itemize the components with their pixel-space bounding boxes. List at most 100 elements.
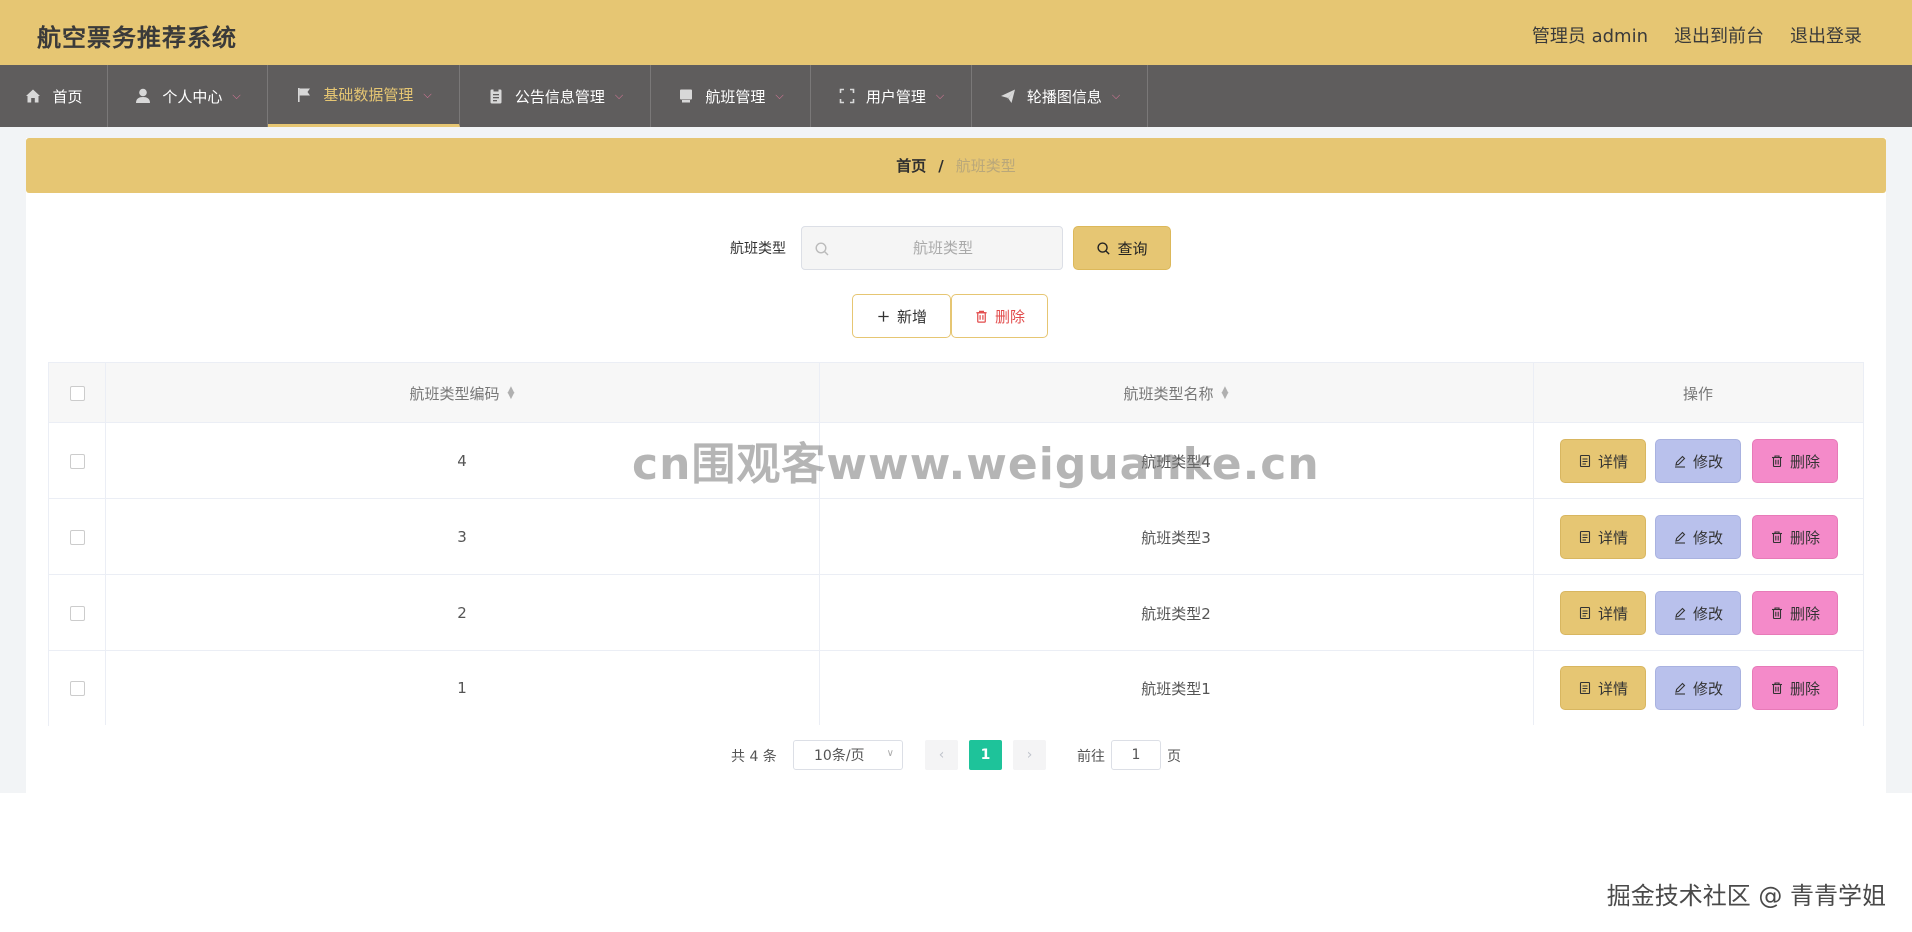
- delete-label: 删除: [1789, 679, 1820, 698]
- trash-icon: [1771, 682, 1782, 695]
- row-checkbox[interactable]: [69, 529, 85, 545]
- name-cell: 航班类型1: [1141, 679, 1211, 698]
- chevron-down-icon: ∨: [886, 748, 894, 759]
- add-button[interactable]: 新增: [852, 294, 951, 338]
- column-divider: [105, 363, 106, 725]
- breadcrumb-home[interactable]: 首页: [896, 155, 926, 176]
- table-row: 2 航班类型2 详情 修改 删除: [49, 575, 1863, 651]
- document-icon: [1579, 681, 1591, 695]
- search-label: 航班类型: [730, 241, 786, 257]
- main-nav: 首页 个人中心 ⌵ 基础数据管理 ⌵ 公告信息管理 ⌵ 航班管理 ⌵ 用户管理 …: [0, 65, 1912, 127]
- nav-item-notice[interactable]: 公告信息管理 ⌵: [460, 65, 651, 127]
- monitor-icon: [677, 87, 695, 105]
- row-checkbox-cell: [49, 499, 105, 575]
- row-checkbox[interactable]: [69, 680, 85, 696]
- nav-label: 首页: [52, 87, 83, 106]
- page-number[interactable]: 1: [969, 740, 1002, 770]
- edit-icon: [1674, 607, 1686, 620]
- column-header-label: 操作: [1682, 384, 1713, 403]
- column-header-label: 航班类型编码: [409, 384, 500, 403]
- page-bottom: [0, 793, 1912, 932]
- goto-label: 前往: [1077, 749, 1105, 765]
- header-checkbox-cell: [49, 363, 105, 423]
- detail-button[interactable]: 详情: [1560, 591, 1646, 635]
- back-to-front-link[interactable]: 退出到前台: [1674, 22, 1764, 48]
- flag-icon: [295, 86, 313, 104]
- code-cell: 2: [457, 604, 467, 622]
- nav-item-basic-data[interactable]: 基础数据管理 ⌵: [268, 65, 460, 127]
- data-table: 航班类型编码 ▲ ▼ 航班类型名称 ▲ ▼ 操作 4 航班类型4 详情 修改 删除 …: [48, 362, 1864, 727]
- edit-icon: [1674, 531, 1686, 544]
- chevron-down-icon: ⌵: [935, 89, 945, 102]
- search-field[interactable]: [801, 226, 1063, 270]
- row-checkbox[interactable]: [69, 453, 85, 469]
- column-header-label: 航班类型名称: [1123, 384, 1214, 403]
- search-input[interactable]: [838, 227, 1048, 269]
- goto-page-input[interactable]: [1111, 740, 1161, 770]
- nav-item-flight[interactable]: 航班管理 ⌵: [651, 65, 811, 127]
- edit-button[interactable]: 修改: [1655, 515, 1741, 559]
- column-header-actions: 操作: [1533, 363, 1863, 423]
- prev-page-button[interactable]: ‹: [925, 740, 958, 770]
- table-row: 1 航班类型1 详情 修改 删除: [49, 651, 1863, 727]
- edit-button[interactable]: 修改: [1655, 591, 1741, 635]
- row-checkbox[interactable]: [69, 605, 85, 621]
- chevron-left-icon: ‹: [938, 747, 945, 763]
- name-cell: 航班类型2: [1141, 604, 1211, 623]
- watermark-overlay: cn围观客www.weiguanke.cn: [632, 439, 1320, 490]
- detail-button[interactable]: 详情: [1560, 666, 1646, 710]
- query-button[interactable]: 查询: [1073, 226, 1171, 270]
- edit-icon: [1674, 682, 1686, 695]
- delete-button[interactable]: 删除: [1752, 591, 1838, 635]
- chevron-down-icon: ⌵: [1111, 89, 1121, 102]
- delete-button[interactable]: 删除: [1752, 515, 1838, 559]
- add-button-label: 新增: [896, 307, 927, 326]
- pagination: 共 4 条 10条/页 ∨ ‹ 1 › 前往 页: [0, 738, 1912, 772]
- edit-button[interactable]: 修改: [1655, 666, 1741, 710]
- delete-label: 删除: [1789, 528, 1820, 547]
- chevron-down-icon: ⌵: [614, 89, 624, 102]
- breadcrumb-current: 航班类型: [955, 157, 1016, 175]
- next-page-button[interactable]: ›: [1013, 740, 1046, 770]
- sort-icon[interactable]: ▲ ▼: [1222, 386, 1229, 401]
- edit-button[interactable]: 修改: [1655, 439, 1741, 483]
- trash-icon: [1771, 607, 1782, 620]
- column-header-name[interactable]: 航班类型名称 ▲ ▼: [819, 363, 1533, 423]
- column-header-code[interactable]: 航班类型编码 ▲ ▼: [105, 363, 819, 423]
- code-cell: 3: [457, 528, 467, 546]
- nav-label: 公告信息管理: [514, 87, 605, 106]
- nav-item-profile[interactable]: 个人中心 ⌵: [108, 65, 268, 127]
- user-icon: [134, 87, 152, 105]
- header-links: 管理员 admin 退出到前台 退出登录: [1532, 22, 1862, 48]
- nav-item-carousel[interactable]: 轮播图信息 ⌵: [972, 65, 1148, 127]
- batch-delete-button[interactable]: 删除: [951, 294, 1048, 338]
- home-icon: [24, 87, 42, 105]
- logout-link[interactable]: 退出登录: [1790, 22, 1862, 48]
- watermark-corner: 掘金技术社区 @ 青青学姐: [1606, 882, 1886, 910]
- plus-icon: [878, 310, 889, 322]
- nav-item-users[interactable]: 用户管理 ⌵: [811, 65, 972, 127]
- page-size-select[interactable]: 10条/页 ∨: [793, 740, 903, 770]
- delete-button[interactable]: 删除: [1752, 666, 1838, 710]
- admin-label[interactable]: 管理员 admin: [1532, 22, 1648, 48]
- detail-button[interactable]: 详情: [1560, 515, 1646, 559]
- top-header: 航空票务推荐系统 管理员 admin 退出到前台 退出登录: [0, 0, 1912, 65]
- nav-item-home[interactable]: 首页: [0, 65, 108, 127]
- app-title: 航空票务推荐系统: [37, 24, 237, 52]
- sort-icon[interactable]: ▲ ▼: [508, 386, 515, 401]
- nav-label: 航班管理: [705, 87, 766, 106]
- delete-label: 删除: [1789, 452, 1820, 471]
- edit-label: 修改: [1692, 528, 1723, 547]
- trash-icon: [1771, 455, 1782, 468]
- search-icon: [1097, 241, 1111, 255]
- select-all-checkbox[interactable]: [69, 385, 85, 401]
- name-cell: 航班类型3: [1141, 528, 1211, 547]
- edit-label: 修改: [1692, 604, 1723, 623]
- detail-button[interactable]: 详情: [1560, 439, 1646, 483]
- chevron-right-icon: ›: [1026, 747, 1033, 763]
- table-header: 航班类型编码 ▲ ▼ 航班类型名称 ▲ ▼ 操作: [49, 363, 1863, 423]
- nav-label: 基础数据管理: [323, 86, 414, 104]
- document-icon: [1579, 530, 1591, 544]
- detail-label: 详情: [1597, 604, 1628, 623]
- delete-button[interactable]: 删除: [1752, 439, 1838, 483]
